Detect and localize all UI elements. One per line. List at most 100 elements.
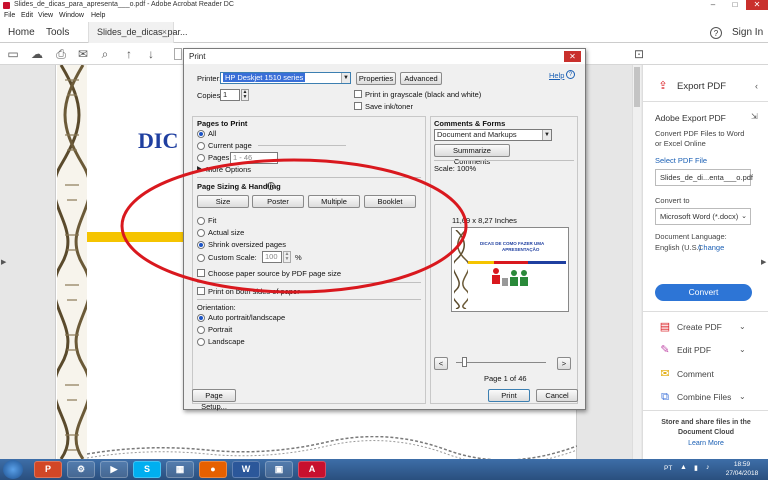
left-panel-toggle-icon[interactable]: ▶ <box>1 258 6 266</box>
landscape-label: Landscape <box>208 337 245 346</box>
select-pdf-label: Select PDF File <box>655 156 708 165</box>
preview-blue-bar <box>528 261 566 264</box>
tab-tools[interactable]: Tools <box>46 22 69 43</box>
properties-button[interactable]: Properties <box>356 72 396 85</box>
tray-expand-icon[interactable]: ▲ <box>680 464 687 471</box>
minimize-button[interactable]: – <box>702 0 724 10</box>
preview-slider-track[interactable] <box>456 362 546 363</box>
taskbar-acrobat[interactable]: A <box>298 461 326 478</box>
landscape-radio[interactable] <box>197 338 205 346</box>
maximize-button[interactable]: □ <box>724 0 746 10</box>
tool-create-pdf[interactable]: Create PDF <box>677 322 722 332</box>
chevron-down-icon[interactable]: ⌄ <box>739 392 746 401</box>
volume-icon[interactable]: ♪ <box>706 464 710 471</box>
help-icon[interactable]: ? <box>710 27 722 39</box>
grayscale-label: Print in grayscale (black and white) <box>365 90 482 99</box>
taskbar-firefox[interactable]: ● <box>199 461 227 478</box>
language-indicator[interactable]: PT <box>664 465 672 472</box>
create-pdf-icon: ▤ <box>659 321 671 333</box>
help-icon[interactable]: ? <box>566 70 575 79</box>
tab-home[interactable]: Home <box>8 22 35 43</box>
change-language-link[interactable]: Change <box>698 243 724 253</box>
scroll-up-icon[interactable]: ↑ <box>122 47 136 61</box>
scroll-thumb[interactable] <box>634 67 640 107</box>
right-pane-toggle-icon[interactable]: ▶ <box>761 258 766 266</box>
convert-button[interactable]: Convert <box>655 284 752 301</box>
page-number-field[interactable] <box>174 48 182 60</box>
portrait-radio[interactable] <box>197 326 205 334</box>
pin-icon[interactable]: ⇲ <box>751 112 758 121</box>
learn-more-link[interactable]: Learn More <box>651 440 761 447</box>
taskbar-explorer[interactable]: ▦ <box>166 461 194 478</box>
copies-input[interactable]: 1 <box>220 89 240 101</box>
email-icon[interactable]: ✉ <box>76 47 90 61</box>
current-page-radio[interactable] <box>197 142 205 150</box>
tool-comment[interactable]: Comment <box>677 369 714 379</box>
search-icon[interactable]: ⌕ <box>98 47 112 61</box>
menu-file[interactable]: File <box>4 10 15 22</box>
taskbar-powerpoint[interactable]: P <box>34 461 62 478</box>
page-title-fragment: DIC <box>138 128 179 153</box>
preview-slider-handle[interactable] <box>462 357 467 367</box>
collapse-icon[interactable]: ‹ <box>755 81 758 91</box>
chevron-down-icon[interactable]: ⌄ <box>739 345 746 354</box>
divider <box>197 299 421 300</box>
copies-stepper[interactable]: ▲ ▼ <box>241 89 249 101</box>
adobe-export-desc-1: Convert PDF Files to Word <box>655 129 745 138</box>
cancel-button[interactable]: Cancel <box>536 389 578 402</box>
preview-prev-button[interactable]: < <box>434 357 448 370</box>
toolbar-more-icon[interactable]: ⊡ <box>632 47 646 61</box>
chevron-down-icon[interactable]: ⌄ <box>739 322 746 331</box>
menu-view[interactable]: View <box>38 10 53 22</box>
grayscale-checkbox[interactable] <box>354 90 362 98</box>
taskbar-word[interactable]: W <box>232 461 260 478</box>
sign-in-link[interactable]: Sign In <box>732 22 763 43</box>
tool-edit-pdf[interactable]: Edit PDF <box>677 345 711 355</box>
menu-window[interactable]: Window <box>59 10 84 22</box>
print-icon[interactable]: ⎙ <box>54 47 68 61</box>
convert-to-label: Convert to <box>655 196 690 205</box>
advanced-button[interactable]: Advanced <box>400 72 442 85</box>
edit-pdf-icon: ✎ <box>660 344 670 356</box>
close-window-button[interactable]: ✕ <box>746 0 768 10</box>
clock-date[interactable]: 27/04/2018 <box>724 470 760 477</box>
upload-cloud-icon[interactable]: ☁ <box>30 47 44 61</box>
start-button[interactable] <box>3 460 23 479</box>
export-pdf-heading[interactable]: Export PDF <box>677 81 726 92</box>
auto-orientation-radio[interactable] <box>197 314 205 322</box>
tool-combine-files[interactable]: Combine Files <box>677 392 731 402</box>
taskbar-skype[interactable]: S <box>133 461 161 478</box>
menu-bar: File Edit View Window Help <box>0 10 768 22</box>
help-link[interactable]: Help <box>549 71 564 80</box>
document-scrollbar[interactable] <box>632 65 641 459</box>
convert-to-select[interactable]: Microsoft Word (*.docx) ⌄ <box>655 208 751 225</box>
preview-people-image <box>492 268 528 286</box>
print-dialog-close-button[interactable]: ✕ <box>564 51 581 62</box>
printer-select[interactable]: HP Deskjet 1510 series ▼ <box>220 72 351 84</box>
acrobat-app-icon <box>3 2 10 9</box>
pages-all-radio[interactable] <box>197 130 205 138</box>
divider <box>258 145 346 146</box>
tab-document[interactable]: Slides_de_dicas_par... × <box>88 22 188 43</box>
menu-help[interactable]: Help <box>91 10 105 22</box>
copies-value: 1 <box>223 90 228 99</box>
network-icon[interactable]: ▮ <box>694 464 698 472</box>
tab-close-icon[interactable]: × <box>162 22 167 43</box>
taskbar-media-player[interactable]: ▶ <box>100 461 128 478</box>
menu-edit[interactable]: Edit <box>21 10 33 22</box>
selected-file-field[interactable]: Slides_de_di...enta___o.pdf <box>655 169 753 186</box>
taskbar-app-8[interactable]: ▣ <box>265 461 293 478</box>
taskbar-app-2[interactable]: ⚙ <box>67 461 95 478</box>
print-button[interactable]: Print <box>488 389 530 402</box>
preview-next-button[interactable]: > <box>557 357 571 370</box>
clock-time[interactable]: 18:59 <box>724 461 760 468</box>
print-dialog-titlebar: Print ✕ <box>184 49 585 64</box>
comments-forms-select[interactable]: Document and Markups ▼ <box>434 129 552 141</box>
chevron-down-icon: ▼ <box>542 130 551 140</box>
save-ink-checkbox[interactable] <box>354 102 362 110</box>
scroll-down-icon[interactable]: ↓ <box>144 47 158 61</box>
page-setup-button[interactable]: Page Setup... <box>192 389 236 411</box>
save-icon[interactable]: ▭ <box>6 47 20 61</box>
store-share-text-2: Document Cloud <box>678 429 734 436</box>
title-bar: Slides_de_dicas_para_apresenta___o.pdf -… <box>0 0 768 10</box>
